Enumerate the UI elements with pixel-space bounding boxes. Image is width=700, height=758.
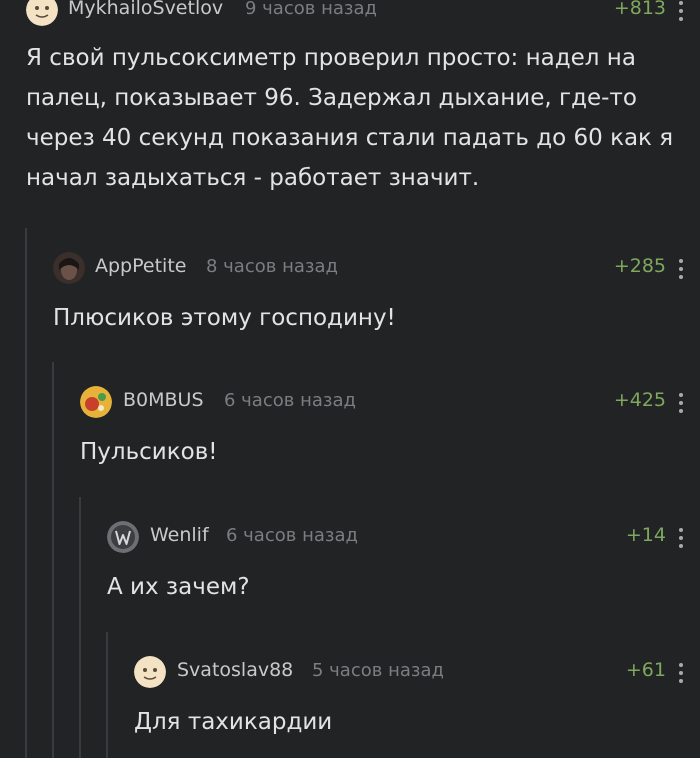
comment-header: B0MBUS 6 часов назад +425: [0, 386, 700, 418]
timestamp: 6 часов назад: [224, 390, 356, 411]
comment-text: Я свой пульсоксиметр проверил просто: на…: [26, 45, 681, 191]
timestamp: 9 часов назад: [245, 0, 377, 19]
more-options-icon[interactable]: [676, 525, 686, 551]
comment-text: Для тахикардии: [134, 709, 333, 735]
comment-text: А их зачем?: [107, 574, 250, 600]
username[interactable]: MykhailoSvetlov: [68, 0, 223, 19]
more-options-icon[interactable]: [676, 0, 686, 24]
comment: B0MBUS 6 часов назад +425 Пульсиков!: [0, 386, 700, 465]
comment-header: Svatoslav88 5 часов назад +61: [0, 656, 700, 688]
username[interactable]: Wenlif: [150, 524, 209, 546]
comment: AppPetite 8 часов назад +285 Плюсиков эт…: [0, 252, 700, 331]
rating: +285: [613, 255, 666, 277]
username[interactable]: Svatoslav88: [177, 659, 293, 681]
thread-line-level-4: [106, 632, 108, 758]
comment-header: Wenlif 6 часов назад +14: [0, 521, 700, 553]
comment: Svatoslav88 5 часов назад +61 Для тахика…: [0, 656, 700, 735]
avatar[interactable]: [80, 386, 112, 418]
rating: +813: [613, 0, 666, 19]
timestamp: 5 часов назад: [312, 660, 444, 681]
username[interactable]: B0MBUS: [123, 389, 204, 411]
timestamp: 6 часов назад: [226, 525, 358, 546]
rating: +61: [625, 659, 666, 681]
avatar[interactable]: [53, 252, 85, 284]
thread-line-level-2: [52, 362, 54, 758]
comment-header: MykhailoSvetlov 9 часов назад +813: [0, 0, 700, 26]
timestamp: 8 часов назад: [206, 256, 338, 277]
avatar[interactable]: [134, 656, 166, 688]
avatar[interactable]: [26, 0, 58, 26]
avatar[interactable]: [107, 521, 139, 553]
comment: MykhailoSvetlov 9 часов назад +813 Я сво…: [0, 0, 700, 191]
more-options-icon[interactable]: [676, 660, 686, 686]
username[interactable]: AppPetite: [95, 255, 186, 277]
more-options-icon[interactable]: [676, 256, 686, 282]
rating: +425: [613, 389, 666, 411]
comment-text: Пульсиков!: [80, 439, 218, 465]
comment-text: Плюсиков этому господину!: [53, 305, 396, 331]
more-options-icon[interactable]: [676, 390, 686, 416]
comment: Wenlif 6 часов назад +14 А их зачем?: [0, 521, 700, 600]
rating: +14: [625, 524, 666, 546]
comment-header: AppPetite 8 часов назад +285: [0, 252, 700, 284]
